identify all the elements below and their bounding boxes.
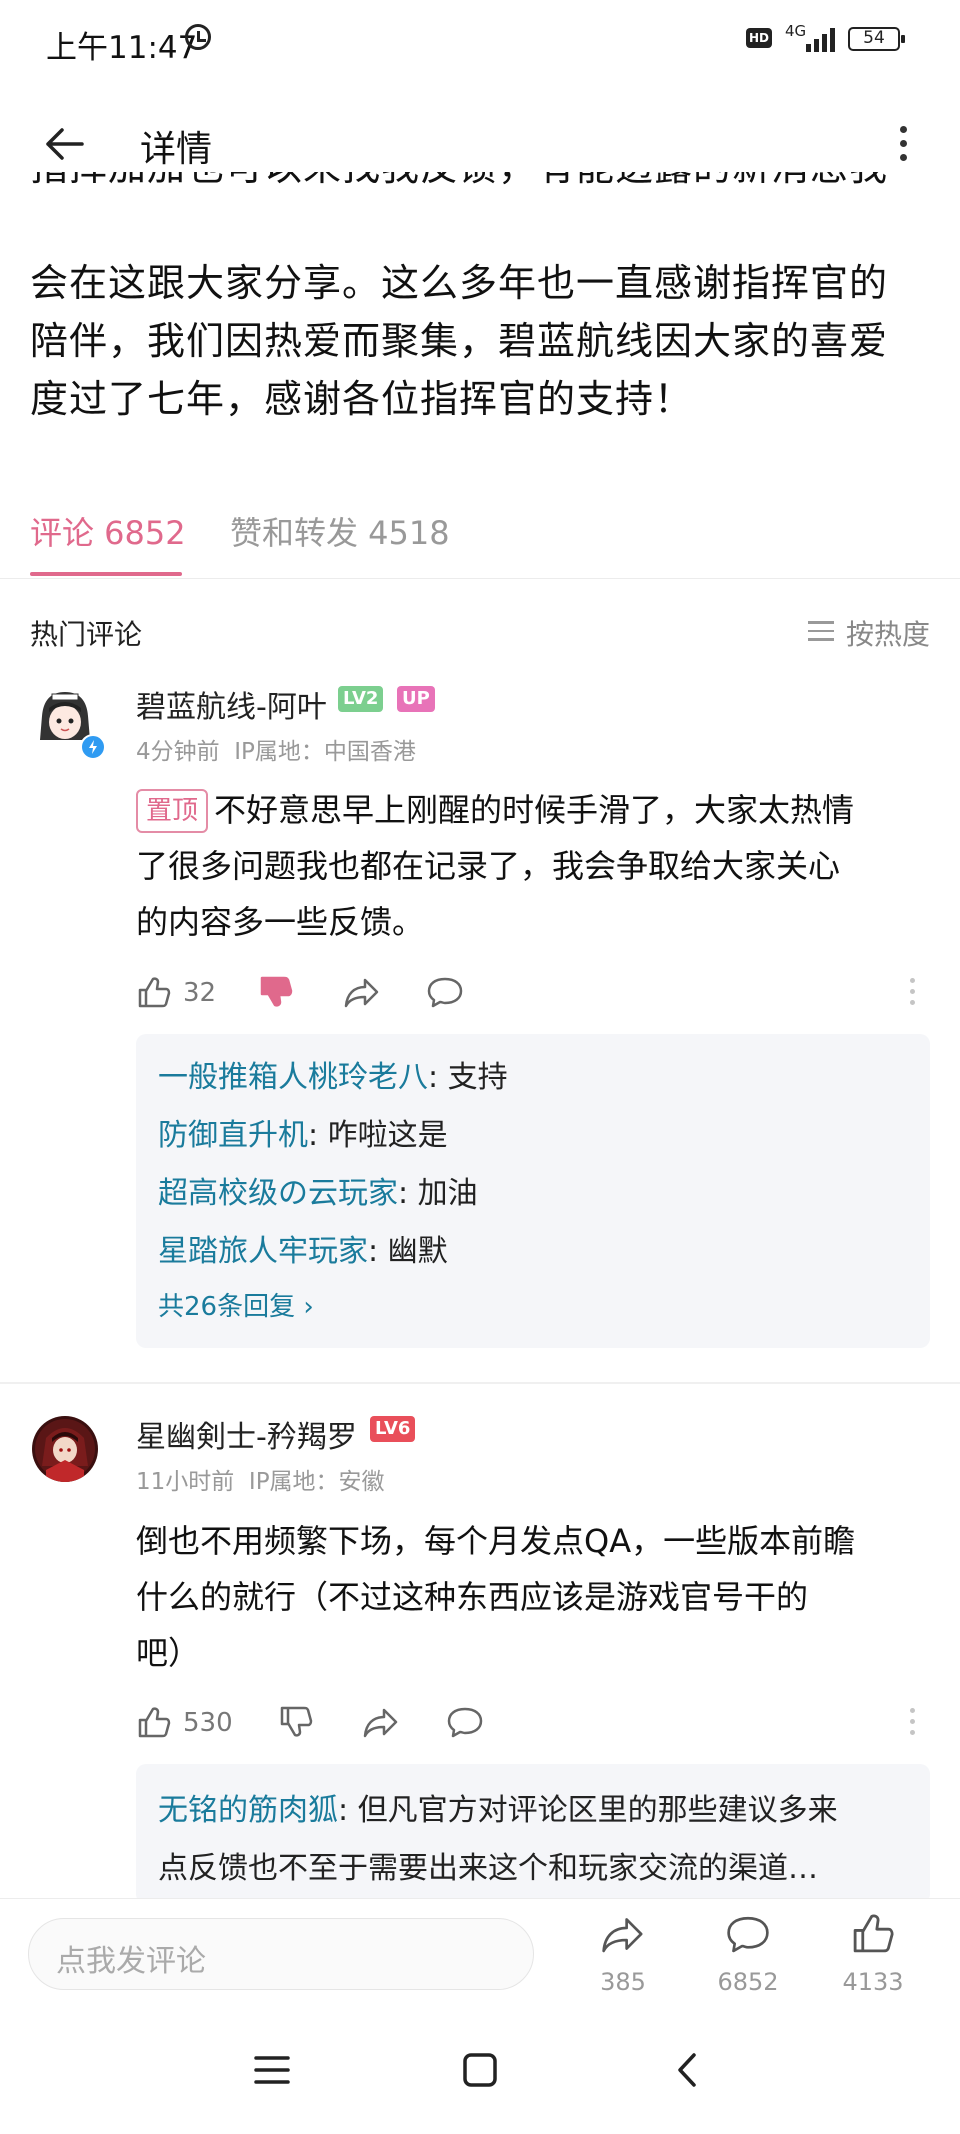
more-options-icon[interactable] (898, 126, 908, 166)
comment-username[interactable]: 星幽剣士-矜羯罗 (136, 1412, 357, 1456)
signal-icon (806, 26, 838, 52)
comment-time: 4分钟前 (136, 739, 220, 765)
hd-indicator: HD (746, 28, 772, 48)
post-line: 会在这跟大家分享。这么多年也一直感谢指挥官的 (30, 261, 889, 305)
view-all-replies-link[interactable]: 共26条回复 › (158, 1281, 918, 1333)
like-count: 530 (183, 1708, 233, 1738)
menu-icon[interactable] (254, 2052, 290, 2092)
comment-meta: 4分钟前 IP属地：中国香港 (136, 732, 416, 766)
reply-icon[interactable] (426, 974, 464, 1014)
post-line: 陪伴，我们因热爱而聚集，碧蓝航线因大家的喜爱 (30, 319, 889, 363)
comment-more-icon[interactable] (908, 978, 916, 1011)
tab-active-indicator (30, 572, 182, 576)
alarm-icon (185, 24, 211, 50)
comment-ip: IP属地：中国香港 (234, 739, 416, 765)
reply-item[interactable]: 无铭的筋肉狐: 但凡官方对评论区里的那些建议多来 (158, 1782, 918, 1840)
chevron-right-icon: › (303, 1292, 314, 1322)
sort-icon[interactable] (808, 621, 834, 641)
reply-item[interactable]: 一般推箱人桃玲老八: 支持 (158, 1049, 918, 1107)
level-badge: LV6 (370, 1416, 416, 1442)
share-icon[interactable] (343, 974, 381, 1014)
status-time: 上午11:47 (46, 30, 198, 66)
like-icon[interactable] (136, 974, 172, 1014)
tab-comments[interactable]: 评论 6852 (30, 508, 186, 554)
reply-icon[interactable] (446, 1704, 484, 1744)
like-count-total: 4133 (842, 1968, 904, 1996)
back-nav-icon[interactable] (670, 2052, 706, 2092)
pinned-badge: 置顶 (136, 789, 209, 833)
reply-item[interactable]: 星踏旅人牢玩家: 幽默 (158, 1223, 918, 1281)
comment-text: 倒也不用频繁下场，每个月发点QA，一些版本前瞻 什么的就行（不过这种东西应该是游… (136, 1522, 856, 1672)
sort-by-heat-button[interactable]: 按热度 (846, 613, 930, 653)
up-badge: UP (397, 686, 435, 712)
reply-list: 无铭的筋肉狐: 但凡官方对评论区里的那些建议多来 点反馈也不至于需要出来这个和玩… (158, 1782, 918, 1898)
share-count: 385 (600, 1968, 646, 1996)
like-icon[interactable] (850, 1910, 896, 1960)
home-icon[interactable] (462, 2052, 498, 2092)
reply-item-continued: 点反馈也不至于需要出来这个和玩家交流的渠道… (158, 1851, 818, 1886)
comment-time: 11小时前 (136, 1469, 235, 1495)
like-count: 32 (183, 978, 217, 1008)
comment-text: 置顶 不好意思早上刚醒的时候手滑了，大家太热情 了很多问题我也都在记录了，我会争取… (136, 789, 855, 941)
comment-meta: 11小时前 IP属地：安徽 (136, 1462, 385, 1496)
network-type: 4G (785, 22, 807, 40)
page-title: 详情 (140, 129, 213, 170)
post-line: 度过了七年，感谢各位指挥官的支持！ (30, 377, 694, 421)
tab-likes-reposts[interactable]: 赞和转发 4518 (230, 508, 450, 554)
divider (0, 1382, 960, 1384)
battery-icon: 54 (848, 27, 905, 51)
comment-input-placeholder[interactable]: 点我发评论 (56, 1936, 206, 1980)
reply-list: 一般推箱人桃玲老八: 支持 防御直升机: 咋啦这是 超高校级の云玩家: 加油 星… (158, 1049, 918, 1333)
comment-icon[interactable] (725, 1912, 771, 1960)
level-badge: LV2 (338, 686, 384, 712)
comment-more-icon[interactable] (908, 1708, 916, 1741)
hot-comments-label: 热门评论 (30, 618, 143, 651)
share-icon[interactable] (362, 1704, 400, 1744)
verified-icon (80, 734, 106, 760)
reply-item[interactable]: 超高校级の云玩家: 加油 (158, 1165, 918, 1223)
post-text-partial: 指挥加加也可以来找我反馈，有能透露的新消息我 (30, 172, 930, 212)
post-body: 会在这跟大家分享。这么多年也一直感谢指挥官的 陪伴，我们因热爱而聚集，碧蓝航线因… (30, 254, 930, 428)
avatar[interactable] (32, 1416, 98, 1482)
comment-ip: IP属地：安徽 (248, 1469, 385, 1495)
dislike-icon[interactable] (258, 974, 294, 1014)
share-icon[interactable] (600, 1912, 646, 1960)
like-icon[interactable] (136, 1704, 172, 1744)
dislike-icon[interactable] (278, 1704, 314, 1744)
reply-item[interactable]: 防御直升机: 咋啦这是 (158, 1107, 918, 1165)
comment-username[interactable]: 碧蓝航线-阿叶 (136, 682, 327, 726)
divider (0, 578, 960, 579)
back-icon[interactable] (42, 122, 86, 166)
comment-count: 6852 (717, 1968, 779, 1996)
